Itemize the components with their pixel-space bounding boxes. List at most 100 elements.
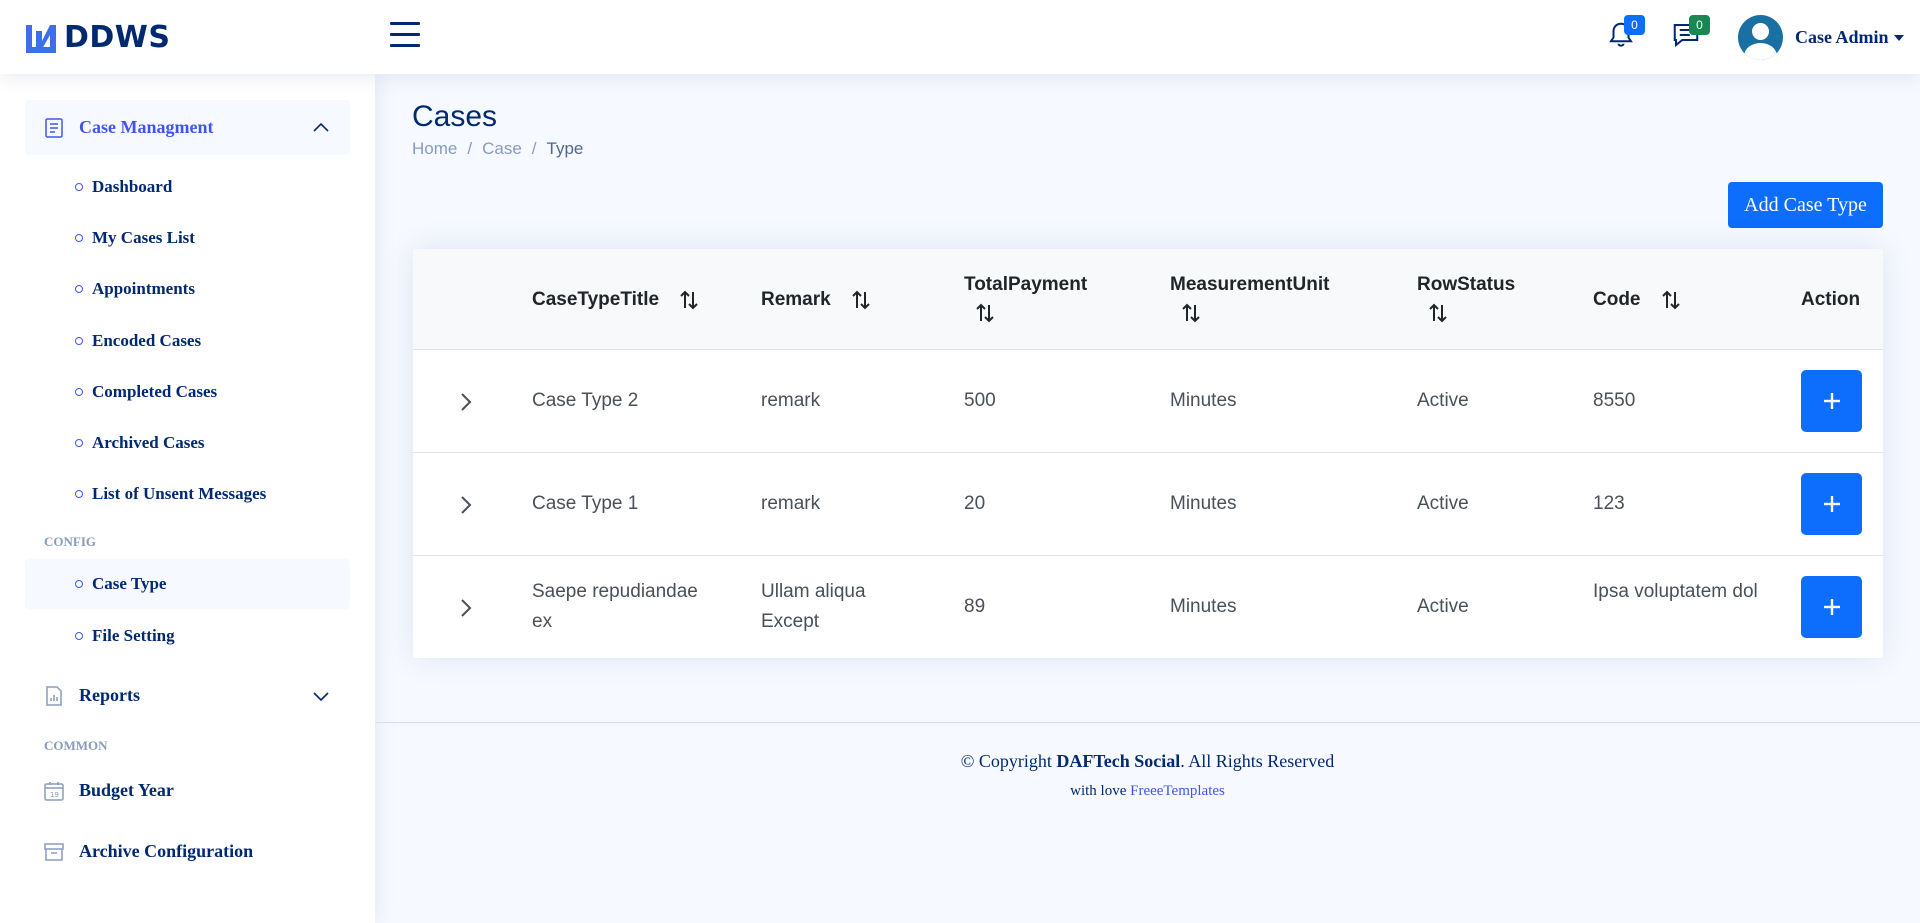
column-header-label: Code — [1593, 289, 1641, 311]
top-header: DDWS 0 0 Case Admin — [0, 0, 1920, 74]
column-header-measurementunit[interactable]: MeasurementUnit — [1170, 274, 1370, 324]
footer-divider — [375, 722, 1920, 723]
breadcrumb-separator: / — [467, 139, 473, 158]
sidebar-budget-year[interactable]: 19 Budget Year — [25, 763, 350, 818]
sidebar-item-my-cases-list[interactable]: My Cases List — [25, 213, 350, 263]
sort-icon[interactable] — [1660, 289, 1682, 311]
cell-title: Case Type 1 — [532, 493, 639, 514]
sidebar-item-label: Dashboard — [92, 177, 173, 196]
sort-icon[interactable] — [1427, 302, 1449, 324]
table-row: Case Type 1 remark 20 Minutes Active 123 — [413, 453, 1883, 556]
circle-icon — [75, 285, 83, 293]
column-header-label: MeasurementUnit — [1170, 274, 1330, 295]
circle-icon — [75, 490, 83, 498]
cell-total-payment: 500 — [964, 390, 996, 411]
profile-dropdown[interactable]: Case Admin — [1738, 15, 1904, 60]
logo-icon — [26, 24, 56, 53]
footer-credits: with love FreeeTemplates — [375, 783, 1920, 800]
copyright-prefix: © Copyright — [960, 751, 1057, 771]
svg-text:19: 19 — [50, 791, 59, 799]
circle-icon — [75, 337, 83, 345]
table-row: Saepe repudiandae ex Ullam aliqua Except… — [413, 556, 1883, 658]
cell-unit: Minutes — [1170, 493, 1237, 514]
chevron-up-icon — [313, 122, 329, 132]
archive-box-icon — [44, 842, 64, 861]
breadcrumb-separator: / — [531, 139, 537, 158]
column-header-label: Remark — [761, 289, 831, 311]
row-action-add-button[interactable] — [1801, 473, 1862, 535]
sidebar-item-label: Appointments — [92, 279, 195, 298]
sidebar-heading-config: CONFIG — [44, 534, 96, 549]
breadcrumb-home[interactable]: Home — [412, 139, 457, 159]
messages-chat-icon[interactable]: 0 — [1671, 15, 1710, 54]
add-case-type-button[interactable]: Add Case Type — [1728, 182, 1883, 228]
circle-icon — [75, 388, 83, 396]
credits-link[interactable]: FreeeTemplates — [1130, 783, 1225, 799]
column-header-rowstatus[interactable]: RowStatus — [1417, 274, 1557, 324]
logo[interactable]: DDWS — [24, 20, 171, 55]
cell-title: Saepe repudiandae ex — [532, 581, 698, 632]
sidebar-item-case-type[interactable]: Case Type — [25, 559, 350, 609]
sort-icon[interactable] — [850, 289, 872, 311]
row-action-add-button[interactable] — [1801, 370, 1862, 432]
sort-icon[interactable] — [678, 289, 700, 311]
sidebar-case-management[interactable]: Case Managment — [25, 100, 350, 155]
sidebar-item-label: Archived Cases — [92, 433, 205, 452]
sidebar-item-completed-cases[interactable]: Completed Cases — [25, 367, 350, 417]
column-header-label: TotalPayment — [964, 274, 1088, 295]
sort-icon[interactable] — [1180, 302, 1202, 324]
footer-copyright: © Copyright DAFTech Social. All Rights R… — [375, 751, 1920, 772]
sidebar-item-file-setting[interactable]: File Setting — [25, 611, 350, 661]
sidebar-archive-configuration[interactable]: Archive Configuration — [25, 824, 350, 879]
sidebar-item-encoded-cases[interactable]: Encoded Cases — [25, 316, 350, 366]
circle-icon — [75, 234, 83, 242]
sidebar-item-dashboard[interactable]: Dashboard — [25, 162, 350, 212]
copyright-suffix: . All Rights Reserved — [1180, 751, 1335, 771]
chevron-right-icon[interactable] — [453, 493, 477, 517]
cell-unit: Minutes — [1170, 390, 1237, 411]
column-header-totalpayment[interactable]: TotalPayment — [964, 274, 1114, 324]
footer-brand: DAFTech Social — [1056, 751, 1181, 771]
notifications-badge: 0 — [1624, 15, 1645, 35]
column-header-code[interactable]: Code — [1593, 289, 1682, 311]
sidebar-reports[interactable]: Reports — [25, 668, 350, 723]
chevron-right-icon[interactable] — [453, 390, 477, 414]
sidebar-item-archived-cases[interactable]: Archived Cases — [25, 418, 350, 468]
calendar-icon: 19 — [44, 781, 64, 801]
sidebar-item-unsent-messages[interactable]: List of Unsent Messages — [25, 469, 350, 519]
breadcrumb-case[interactable]: Case — [482, 139, 522, 159]
sidebar-item-label: My Cases List — [92, 228, 195, 247]
sidebar-item-label: List of Unsent Messages — [92, 484, 267, 503]
profile-name: Case Admin — [1795, 27, 1889, 47]
chevron-right-icon[interactable] — [453, 596, 477, 620]
circle-icon — [75, 580, 83, 588]
notifications-bell-icon[interactable]: 0 — [1606, 15, 1645, 54]
cell-status: Active — [1417, 390, 1469, 411]
cell-title: Case Type 2 — [532, 390, 639, 411]
circle-icon — [75, 183, 83, 191]
column-header-label: CaseTypeTitle — [532, 289, 660, 311]
sidebar-archive-configuration-label: Archive Configuration — [79, 841, 254, 861]
messages-badge: 0 — [1689, 15, 1710, 35]
row-action-add-button[interactable] — [1801, 576, 1862, 638]
column-header-casetypetitle[interactable]: CaseTypeTitle — [532, 289, 700, 311]
plus-icon — [1823, 496, 1840, 512]
column-header-remark[interactable]: Remark — [761, 289, 872, 311]
sidebar-item-appointments[interactable]: Appointments — [25, 264, 350, 314]
circle-icon — [75, 439, 83, 447]
sort-icon[interactable] — [974, 302, 996, 324]
report-chart-icon — [46, 685, 62, 706]
cell-status: Active — [1417, 596, 1469, 617]
sidebar-case-management-label: Case Managment — [79, 117, 214, 137]
column-header-action: Action — [1801, 289, 1861, 310]
menu-toggle-icon[interactable] — [390, 22, 420, 50]
logo-text: DDWS — [64, 20, 171, 55]
cell-unit: Minutes — [1170, 596, 1237, 617]
caret-down-icon — [1893, 34, 1904, 41]
page-title: Cases — [412, 100, 498, 133]
circle-icon — [75, 632, 83, 640]
sidebar: Case Managment Dashboard My Cases List A… — [0, 74, 375, 923]
sidebar-reports-label: Reports — [79, 685, 140, 705]
column-header-label: RowStatus — [1417, 274, 1516, 295]
cell-code: Ipsa voluptatem dol — [1593, 581, 1758, 602]
